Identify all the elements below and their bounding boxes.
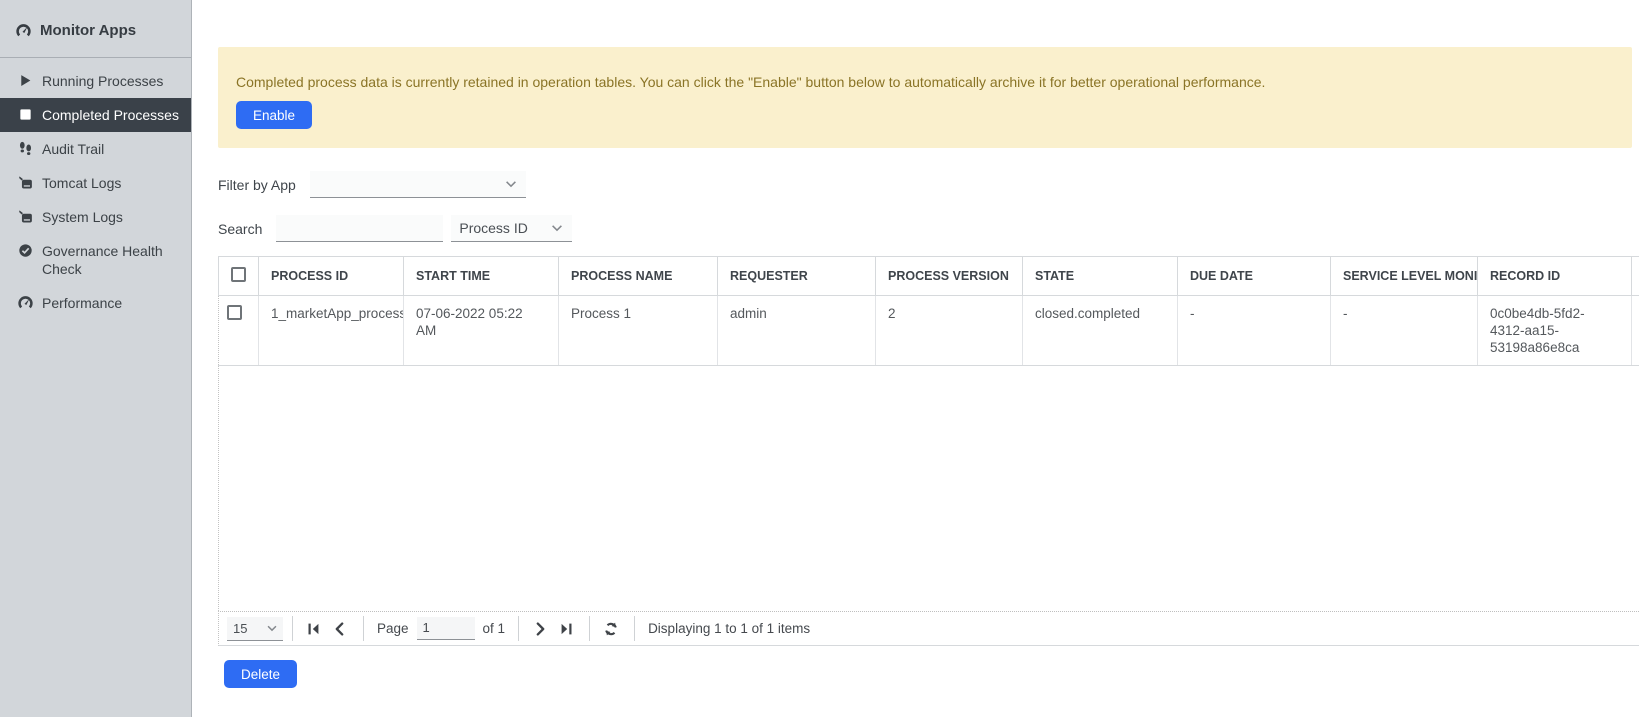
last-page-button[interactable] [556,618,578,640]
page-label: Page [377,621,409,636]
cell-due-date: - [1178,296,1331,366]
cell-state: closed.completed [1023,296,1178,366]
chevron-down-icon [265,621,279,635]
chevron-down-icon [550,221,564,235]
prev-page-button[interactable] [330,618,352,640]
sidebar-item-tomcat-logs[interactable]: Tomcat Logs [0,166,191,200]
stop-square-icon [18,107,33,122]
cell-requester: admin [718,296,876,366]
sidebar-item-label: System Logs [42,208,123,226]
sidebar-title-label: Monitor Apps [40,22,136,39]
select-all-checkbox[interactable] [231,267,246,282]
search-field-select[interactable]: Process ID [451,215,572,242]
filter-by-app-select[interactable] [310,171,526,198]
archive-notice-banner: Completed process data is currently reta… [218,47,1632,148]
sidebar-item-label: Completed Processes [42,106,179,124]
play-icon [18,73,33,88]
process-table: PROCESS ID START TIME PROCESS NAME REQUE… [218,256,1639,366]
sidebar-item-label: Performance [42,294,122,312]
sidebar-item-label: Running Processes [42,72,163,90]
chevron-down-icon [504,177,518,191]
col-process-name[interactable]: PROCESS NAME [559,257,718,296]
sidebar-item-running-processes[interactable]: Running Processes [0,64,191,98]
page-size-value: 15 [233,621,247,636]
completed-processes-grid: PROCESS ID START TIME PROCESS NAME REQUE… [218,256,1639,646]
app-window: Monitor Apps Running Processes Completed… [0,0,1639,717]
search-field-value: Process ID [459,220,527,236]
pagination-status: Displaying 1 to 1 of 1 items [648,621,810,636]
divider [634,616,635,641]
enable-button[interactable]: Enable [236,101,312,129]
cell-process-id: 1_marketApp_process [259,296,404,366]
gauge-icon [16,23,31,38]
sidebar-title: Monitor Apps [0,0,191,57]
table-header-row: PROCESS ID START TIME PROCESS NAME REQUE… [219,257,1639,296]
cell-extra [1632,296,1639,366]
page-number-input[interactable]: 1 [417,617,475,640]
grid-empty-area [218,366,1639,611]
cell-service-level: - [1331,296,1478,366]
divider [518,616,519,641]
search-label: Search [218,221,262,242]
col-start-time[interactable]: START TIME [404,257,559,296]
pagination-bar: 15 Page 1 of 1 [218,611,1639,646]
next-page-button[interactable] [530,618,552,640]
col-requester[interactable]: REQUESTER [718,257,876,296]
prev-page-icon [332,621,348,637]
col-due-date[interactable]: DUE DATE [1178,257,1331,296]
divider [292,616,293,641]
refresh-icon [603,621,619,637]
cell-start-time: 07-06-2022 05:22 AM [404,296,559,366]
table-row[interactable]: 1_marketApp_process 07-06-2022 05:22 AM … [219,296,1639,366]
filter-by-app-label: Filter by App [218,177,296,198]
col-process-version[interactable]: PROCESS VERSION [876,257,1023,296]
sidebar-item-label: Governance Health Check [42,242,181,278]
log-pen-icon [18,175,33,190]
col-state[interactable]: STATE [1023,257,1178,296]
refresh-button[interactable] [601,618,623,640]
gauge-icon [18,295,33,310]
search-input[interactable] [276,215,443,242]
search-row: Search Process ID [218,214,1639,242]
sidebar-item-performance[interactable]: Performance [0,286,191,320]
page-of-label: of 1 [483,621,506,636]
banner-message: Completed process data is currently reta… [236,74,1612,91]
delete-button[interactable]: Delete [224,660,297,688]
next-page-icon [532,621,548,637]
filter-by-app-row: Filter by App [218,170,1639,198]
last-page-icon [558,621,574,637]
col-record-id[interactable]: RECORD ID [1478,257,1632,296]
sidebar-item-label: Audit Trail [42,140,104,158]
sidebar-item-completed-processes[interactable]: Completed Processes [0,98,191,132]
first-page-button[interactable] [304,618,326,640]
check-circle-icon [18,243,33,258]
divider [363,616,364,641]
main-content: Completed process data is currently reta… [192,0,1639,717]
footprints-icon [18,141,33,156]
sidebar-item-system-logs[interactable]: System Logs [0,200,191,234]
col-extra [1632,257,1639,296]
row-checkbox[interactable] [227,305,242,320]
cell-record-id: 0c0be4db-5fd2-4312-aa15-53198a86e8ca [1478,296,1632,366]
sidebar-item-audit-trail[interactable]: Audit Trail [0,132,191,166]
col-process-id[interactable]: PROCESS ID [259,257,404,296]
first-page-icon [306,621,322,637]
cell-process-version: 2 [876,296,1023,366]
divider [589,616,590,641]
page-size-select[interactable]: 15 [227,617,283,641]
sidebar: Monitor Apps Running Processes Completed… [0,0,192,717]
sidebar-item-governance-health-check[interactable]: Governance Health Check [0,234,191,286]
log-pen-icon [18,209,33,224]
sidebar-item-label: Tomcat Logs [42,174,121,192]
col-service-level[interactable]: SERVICE LEVEL MONITORING [1331,257,1478,296]
cell-process-name: Process 1 [559,296,718,366]
sidebar-nav: Running Processes Completed Processes Au… [0,58,191,320]
